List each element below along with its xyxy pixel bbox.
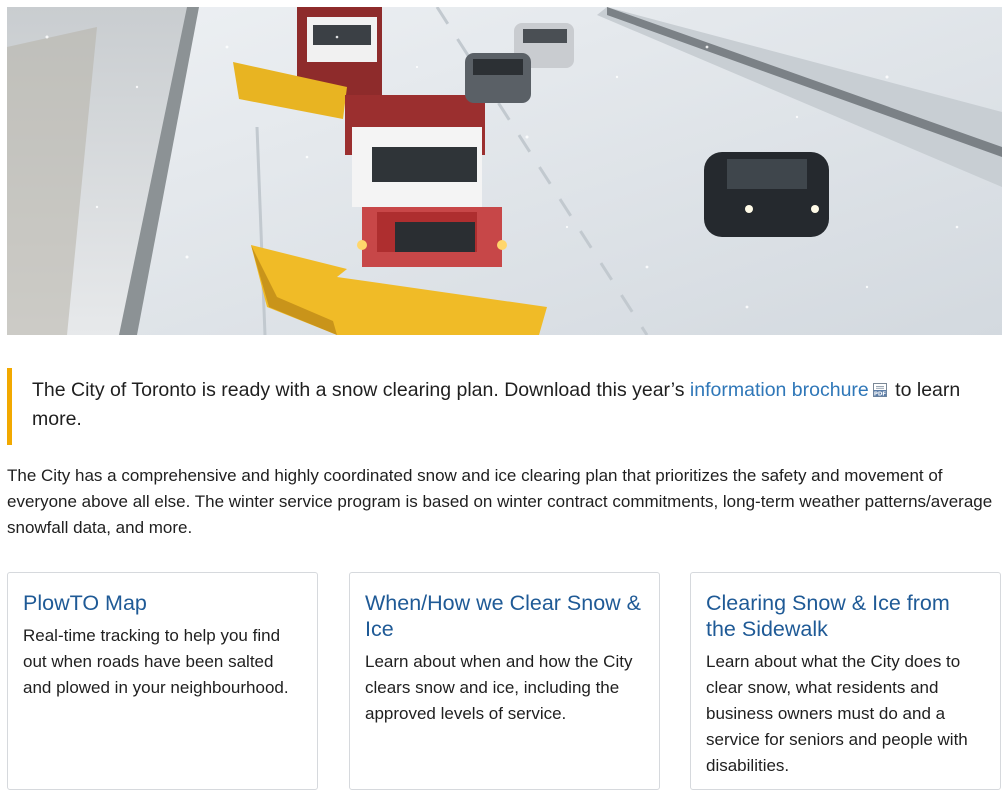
hero-image: [7, 7, 1002, 335]
card-description: Learn about what the City does to clear …: [706, 652, 968, 775]
card-plowto-map[interactable]: PlowTO Map Real-time tracking to help yo…: [7, 572, 318, 790]
card-clearing-sidewalk[interactable]: Clearing Snow & Ice from the Sidewalk Le…: [690, 572, 1001, 790]
card-title[interactable]: PlowTO Map: [23, 590, 302, 616]
card-title[interactable]: Clearing Snow & Ice from the Sidewalk: [706, 590, 985, 642]
card-title[interactable]: When/How we Clear Snow & Ice: [365, 590, 644, 642]
pdf-file-icon: PDF: [872, 378, 888, 398]
information-brochure-link[interactable]: information brochure: [690, 379, 869, 401]
callout-text-before: The City of Toronto is ready with a snow…: [32, 379, 690, 401]
card-description: Learn about when and how the City clears…: [365, 652, 633, 723]
snow-plan-callout: The City of Toronto is ready with a snow…: [7, 368, 987, 445]
snow-plow-illustration: [7, 7, 1002, 335]
card-description: Real-time tracking to help you find out …: [23, 626, 289, 697]
intro-paragraph: The City has a comprehensive and highly …: [7, 466, 993, 537]
card-when-how-we-clear[interactable]: When/How we Clear Snow & Ice Learn about…: [349, 572, 660, 790]
svg-text:PDF: PDF: [874, 392, 887, 398]
